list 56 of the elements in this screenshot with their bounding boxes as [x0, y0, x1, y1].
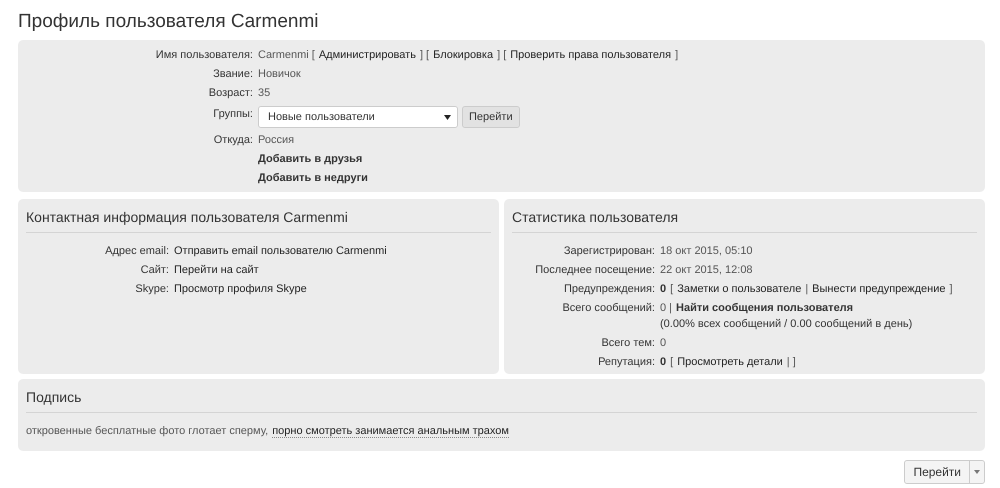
link[interactable]: Администрировать: [318, 49, 416, 62]
field-label: Skype:: [134, 283, 169, 296]
caret-icon: [974, 470, 980, 474]
caret-icon: [444, 114, 451, 120]
field-value: | ]: [786, 356, 796, 369]
action-link[interactable]: Добавить в недруги: [258, 172, 368, 185]
field-value: 0: [660, 283, 666, 296]
field-value: 0: [660, 337, 666, 350]
link[interactable]: Проверить права пользователя: [510, 49, 672, 62]
field-label: Адрес email:: [104, 245, 169, 258]
link[interactable]: Блокировка: [433, 49, 494, 62]
link[interactable]: Перейти на сайт: [174, 264, 259, 277]
field-value: Россия: [258, 134, 294, 147]
field-value: [: [670, 356, 674, 369]
field-label: Зарегистрирован:: [562, 245, 655, 258]
field-label: Последнее посещение:: [534, 264, 655, 277]
field-value: ]: [950, 283, 953, 296]
panel-heading: Подпись: [26, 389, 82, 407]
field-value: 0 |: [660, 302, 672, 315]
field-label: Возраст:: [208, 87, 253, 100]
field-label: Предупреждения:: [562, 283, 655, 296]
field-value: |: [805, 283, 808, 296]
field-label: Репутация:: [597, 356, 655, 369]
link[interactable]: Отправить email пользователю Carmenmi: [174, 245, 387, 258]
field-value: ]: [675, 49, 678, 62]
link[interactable]: Просмотреть детали: [677, 356, 783, 369]
field-value: 18 окт 2015, 05:10: [660, 245, 753, 258]
field-value: ] [: [420, 49, 430, 62]
field-value: 22 окт 2015, 12:08: [660, 264, 753, 277]
signature-text: откровенные бесплатные фото глотает сперму,: [26, 425, 268, 438]
field-label: Всего тем:: [600, 337, 655, 350]
link[interactable]: Вынести предупреждение: [812, 283, 946, 296]
link[interactable]: Просмотр профиля Skype: [174, 283, 307, 296]
link[interactable]: Заметки о пользователе: [677, 283, 802, 296]
field-value: ] [: [497, 49, 506, 62]
signature-link[interactable]: порно смотреть занимается анальным трахом: [272, 425, 509, 438]
field-value: 35: [258, 87, 270, 100]
field-label: Всего сообщений:: [561, 302, 655, 315]
field-note: (0.00% всех сообщений / 0.00 сообщений в день): [660, 318, 914, 331]
jump-button[interactable]: Перейти: [904, 460, 985, 484]
panel-heading: Контактная информация пользователя Carmenmi: [26, 209, 349, 227]
field-label: Откуда:: [212, 134, 253, 147]
field-label: Сайт:: [140, 264, 169, 277]
group-select[interactable]: Новые пользователи: [258, 106, 458, 128]
field-value: Новичок: [258, 68, 301, 81]
action-link[interactable]: Добавить в друзья: [258, 153, 362, 166]
page-title: Профиль пользователя Carmenmi: [18, 10, 320, 34]
field-value: 0: [660, 356, 666, 369]
go-button[interactable]: Перейти: [462, 106, 520, 128]
field-value: [: [670, 283, 674, 296]
panel-heading: Статистика пользователя: [512, 209, 680, 227]
field-value: Carmenmi [: [258, 49, 315, 62]
field-label: Группы:: [212, 108, 253, 121]
field-label: Имя пользователя:: [154, 49, 253, 62]
link[interactable]: Найти сообщения пользователя: [676, 302, 854, 315]
field-label: Звание:: [212, 68, 253, 81]
